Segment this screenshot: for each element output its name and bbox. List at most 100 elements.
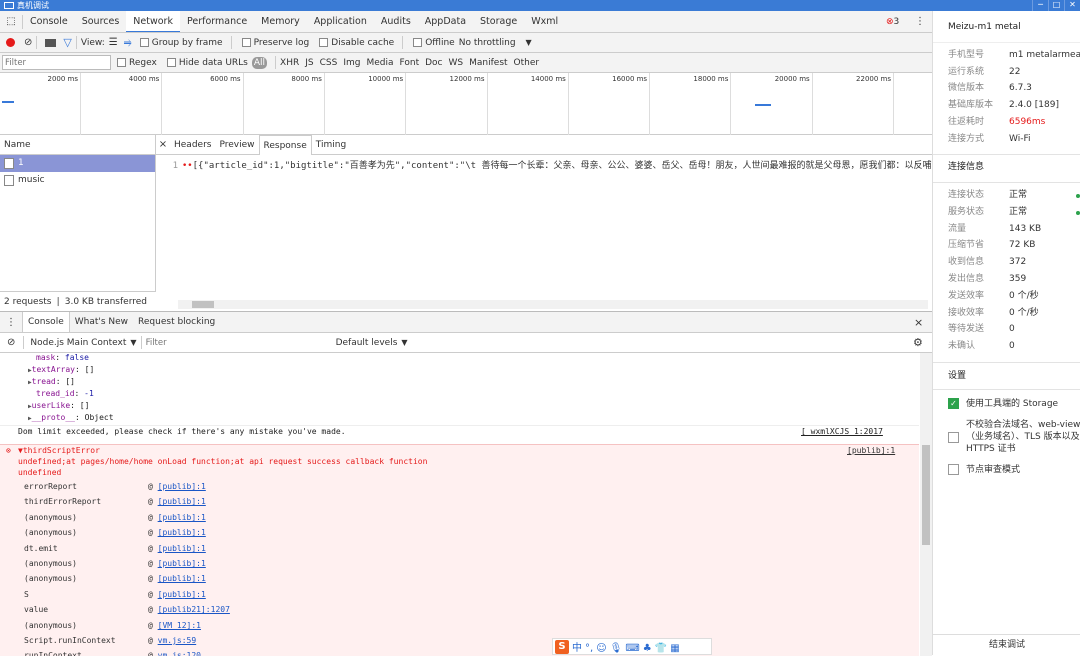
disable-cache-checkbox[interactable] — [319, 38, 329, 47]
ime-logo-icon[interactable]: S — [555, 639, 569, 654]
tab-whats-new[interactable]: What's New — [70, 312, 133, 332]
tab-preview[interactable]: Preview — [215, 135, 258, 155]
filter-icon[interactable]: ▽ — [63, 36, 71, 49]
object-property[interactable]: ▶userLike: [] — [0, 400, 89, 412]
console-output[interactable]: mask: false ▶textArray: [] ▶tread: [] tread… — [0, 353, 919, 656]
regex-checkbox[interactable] — [117, 58, 126, 67]
tab-console[interactable]: Console — [23, 11, 75, 32]
offline-checkbox[interactable] — [413, 38, 423, 47]
stack-frame-link[interactable]: [publib]:1 — [158, 497, 206, 506]
tab-timing[interactable]: Timing — [312, 135, 350, 155]
stack-frame-location[interactable]: @ [publib]:1 — [148, 497, 206, 506]
stack-frame-location[interactable]: @ [publib]:1 — [148, 559, 206, 568]
tab-application[interactable]: Application — [307, 11, 374, 32]
tab-memory[interactable]: Memory — [254, 11, 307, 32]
console-filter-input[interactable] — [145, 335, 336, 350]
tab-appdata[interactable]: AppData — [418, 11, 473, 32]
inspect-element-icon[interactable]: ⬚ — [0, 16, 22, 27]
stack-frame-link[interactable]: [publib]:1 — [158, 482, 206, 491]
filter-type-font[interactable]: Font — [400, 58, 420, 68]
preserve-log-checkbox[interactable] — [241, 38, 251, 47]
stack-frame-link[interactable]: [publib]:1 — [158, 574, 206, 583]
filter-type-media[interactable]: Media — [366, 58, 393, 68]
request-row-music[interactable]: music — [0, 172, 155, 189]
clear-icon[interactable]: ⊘ — [24, 37, 32, 48]
filter-type-other[interactable]: Other — [514, 58, 540, 68]
scrollbar-thumb[interactable] — [192, 301, 214, 308]
tab-performance[interactable]: Performance — [180, 11, 254, 32]
ime-button-icon[interactable]: 👕 — [655, 643, 667, 654]
stack-frame-location[interactable]: @ [publib]:1 — [148, 482, 206, 491]
minimize-button[interactable]: ─ — [1032, 0, 1048, 11]
stack-frame-link[interactable]: [VM 12]:1 — [158, 621, 201, 630]
horizontal-scrollbar[interactable] — [178, 300, 928, 309]
ime-button-icon[interactable]: °, — [585, 643, 593, 654]
vertical-scrollbar[interactable] — [920, 353, 932, 656]
tab-wxml[interactable]: Wxml — [524, 11, 565, 32]
scrollbar-thumb[interactable] — [922, 445, 930, 545]
stack-frame-location[interactable]: @ [VM 12]:1 — [148, 621, 201, 630]
stack-frame-location[interactable]: @ [publib]:1 — [148, 513, 206, 522]
error-title[interactable]: ▼thirdScriptError — [18, 446, 100, 455]
stack-frame-link[interactable]: [publib]:1 — [158, 544, 206, 553]
stack-frame-location[interactable]: @ [publib]:1 — [148, 544, 206, 553]
tab-request-blocking[interactable]: Request blocking — [133, 312, 220, 332]
filter-type-css[interactable]: CSS — [320, 58, 338, 68]
close-window-button[interactable]: ✕ — [1064, 0, 1080, 11]
close-drawer-icon[interactable]: × — [914, 316, 923, 329]
source-link[interactable]: [ wxmlXCJS 1:2017 — [801, 426, 883, 438]
stack-frame-location[interactable]: @ [publib21]:1207 — [148, 605, 230, 614]
filter-type-manifest[interactable]: Manifest — [469, 58, 507, 68]
stack-frame-link[interactable]: [publib]:1 — [158, 528, 206, 537]
stack-frame-location[interactable]: @ [publib]:1 — [148, 574, 206, 583]
filter-type-js[interactable]: JS — [305, 58, 313, 68]
object-property[interactable]: ▶textArray: [] — [0, 364, 94, 376]
network-filter-input[interactable] — [2, 55, 111, 70]
group-by-frame-checkbox[interactable] — [139, 38, 149, 47]
use-tool-storage-checkbox[interactable]: ✓ — [948, 398, 959, 409]
stack-frame-link[interactable]: [publib]:1 — [158, 513, 206, 522]
gear-icon[interactable]: ⚙ — [913, 336, 923, 349]
filter-type-doc[interactable]: Doc — [425, 58, 442, 68]
ime-button-icon[interactable]: ☺ — [596, 643, 606, 654]
error-count-badge[interactable]: ⊗3 — [886, 17, 899, 27]
tab-response[interactable]: Response — [258, 134, 312, 155]
log-levels-select[interactable]: Default levels — [336, 338, 398, 348]
close-icon[interactable]: × — [156, 139, 170, 150]
ime-button-icon[interactable]: 🎙 — [610, 643, 623, 654]
stack-frame-location[interactable]: @ [publib]:1 — [148, 590, 206, 599]
more-menu-icon[interactable]: ⋮ — [915, 16, 925, 27]
screenshot-icon[interactable] — [45, 38, 57, 47]
ime-button-icon[interactable]: ▦ — [670, 643, 679, 654]
stack-frame-link[interactable]: [publib]:1 — [158, 559, 206, 568]
stack-frame-link[interactable]: vm.js:59 — [158, 636, 197, 645]
node-inspect-checkbox[interactable] — [948, 464, 959, 475]
filter-all-button[interactable]: All — [251, 56, 268, 69]
filter-type-ws[interactable]: WS — [449, 58, 464, 68]
chevron-down-icon[interactable]: ▼ — [401, 338, 407, 347]
tab-sources[interactable]: Sources — [75, 11, 127, 32]
chevron-down-icon[interactable]: ▼ — [130, 338, 136, 347]
filter-type-img[interactable]: Img — [343, 58, 360, 68]
error-source-link[interactable]: [publib]:1 — [847, 446, 895, 455]
stack-frame-location[interactable]: @ [publib]:1 — [148, 528, 206, 537]
tab-network[interactable]: Network — [126, 11, 180, 32]
stack-frame-link[interactable]: vm.js:120 — [158, 651, 201, 656]
drawer-menu-icon[interactable]: ⋮ — [0, 317, 22, 328]
object-property[interactable]: ▶tread: [] — [0, 376, 75, 388]
large-rows-icon[interactable]: ☰ — [109, 37, 118, 48]
stack-frame-link[interactable]: [publib]:1 — [158, 590, 206, 599]
tab-storage[interactable]: Storage — [473, 11, 524, 32]
response-body[interactable]: 1 ••[{"article_id":1,"bigtitle":"百善孝为先","… — [156, 159, 932, 173]
tab-drawer-console[interactable]: Console — [22, 312, 70, 332]
ime-button-icon[interactable]: ⌨ — [625, 643, 639, 654]
record-icon[interactable] — [6, 38, 15, 47]
object-property[interactable]: ▶__proto__: Object — [0, 412, 114, 424]
chevron-down-icon[interactable]: ▼ — [526, 38, 532, 47]
skip-domain-check-checkbox[interactable] — [948, 432, 959, 443]
request-row-1[interactable]: 1 — [0, 155, 155, 172]
end-debug-button[interactable]: 结束调试 — [933, 634, 1080, 655]
filter-type-xhr[interactable]: XHR — [280, 58, 299, 68]
tab-audits[interactable]: Audits — [374, 11, 418, 32]
context-select[interactable]: Node.js Main Context — [30, 338, 126, 348]
